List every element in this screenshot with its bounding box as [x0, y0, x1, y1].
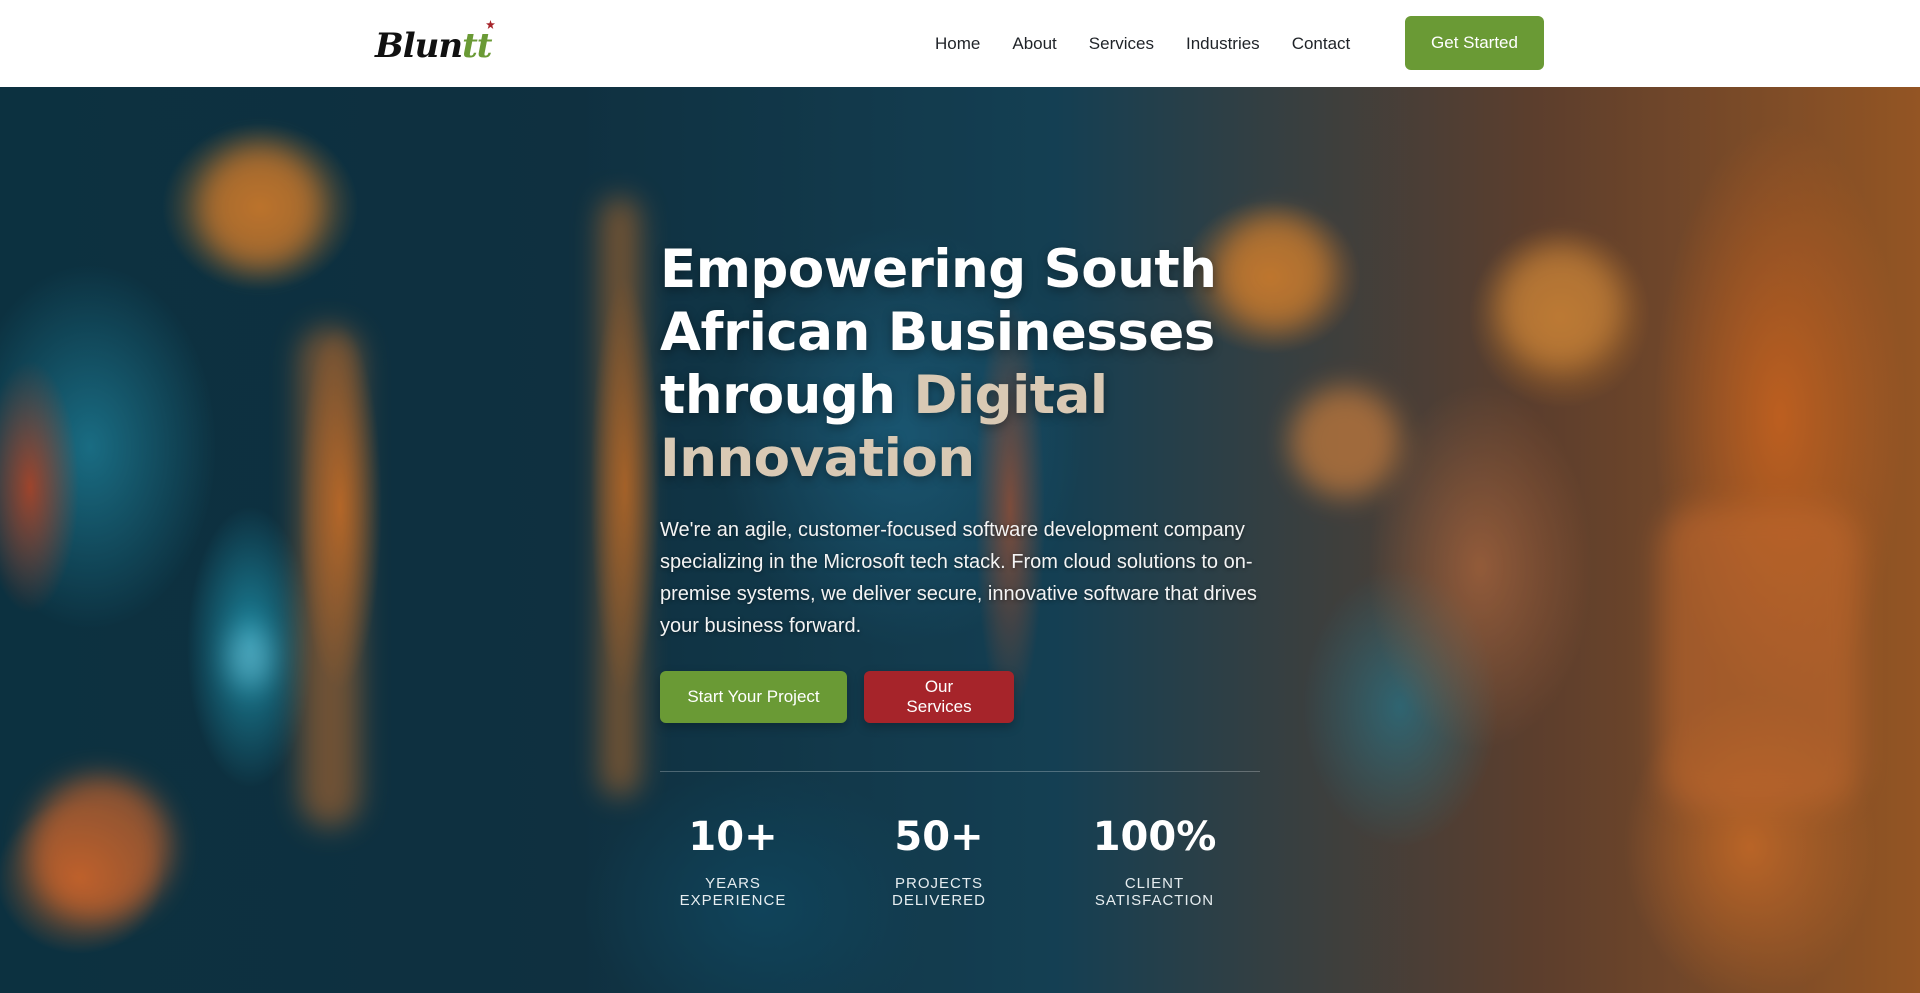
stat-satisfaction: 100% CLIENT SATISFACTION [1071, 811, 1238, 909]
stat-years: 10+ YEARS EXPERIENCE [660, 811, 806, 909]
site-header: Bluntt Home About Services Industries Co… [0, 0, 1920, 87]
hero-subtitle: We're an agile, customer-focused softwar… [660, 519, 1257, 637]
stat-projects: 50+ PROJECTS DELIVERED [855, 811, 1023, 909]
hero-section: Empowering South African Businesses thro… [0, 87, 1920, 993]
hero-buttons: Start Your Project Our Services [660, 671, 1014, 723]
stats-divider [660, 771, 1260, 772]
stat-value: 10+ [688, 814, 778, 860]
logo-wordmark: Bluntt [375, 26, 493, 66]
nav-home[interactable]: Home [935, 34, 980, 54]
hero-title: Empowering South African Businesses thro… [660, 239, 1217, 489]
nav-industries[interactable]: Industries [1186, 34, 1260, 54]
stat-value: 100% [1092, 814, 1217, 860]
nav-contact[interactable]: Contact [1292, 34, 1351, 54]
start-project-button[interactable]: Start Your Project [660, 671, 847, 723]
nav-about[interactable]: About [1012, 34, 1056, 54]
main-nav: Home About Services Industries Contact [935, 0, 1350, 87]
nav-services[interactable]: Services [1089, 34, 1154, 54]
our-services-button[interactable]: Our Services [864, 671, 1014, 723]
stat-label: CLIENT SATISFACTION [1094, 875, 1215, 909]
get-started-button[interactable]: Get Started [1405, 16, 1544, 70]
stats-row: 10+ YEARS EXPERIENCE 50+ PROJECTS DELIVE… [660, 811, 1238, 909]
stat-value: 50+ [894, 814, 984, 860]
stat-label: YEARS EXPERIENCE [679, 875, 787, 909]
stat-label: PROJECTS DELIVERED [891, 875, 987, 909]
logo-star-icon [485, 20, 495, 29]
hero-content: Empowering South African Businesses thro… [660, 238, 1270, 909]
logo[interactable]: Bluntt [375, 20, 495, 66]
